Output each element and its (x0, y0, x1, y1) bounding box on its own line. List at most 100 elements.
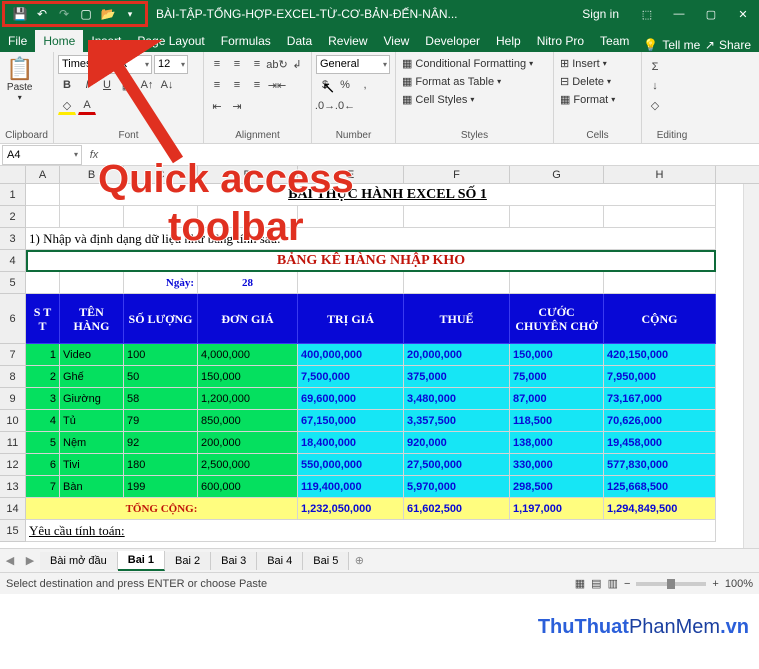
name-box[interactable]: A4 (2, 145, 82, 165)
sheet-tab[interactable]: Bai 3 (211, 552, 257, 570)
row-header[interactable]: 10 (0, 410, 26, 432)
align-bot-icon[interactable]: ≡ (248, 55, 266, 73)
cell[interactable]: Yêu cầu tính toán: (26, 520, 716, 542)
percent-icon[interactable]: % (336, 76, 354, 94)
cell[interactable]: 3,357,500 (404, 410, 510, 432)
row-header[interactable]: 12 (0, 454, 26, 476)
align-mid-icon[interactable]: ≡ (228, 55, 246, 73)
cell[interactable]: TỔNG CỘNG: (26, 498, 298, 520)
col-header[interactable]: A (26, 166, 60, 183)
cell[interactable]: 125,668,500 (604, 476, 716, 498)
cell[interactable]: 1,232,050,000 (298, 498, 404, 520)
cell[interactable]: 138,000 (510, 432, 604, 454)
cell[interactable]: 73,167,000 (604, 388, 716, 410)
view-page-icon[interactable]: ▤ (591, 577, 601, 590)
cell[interactable]: 87,000 (510, 388, 604, 410)
cell[interactable]: 7 (26, 476, 60, 498)
cell[interactable]: 119,400,000 (298, 476, 404, 498)
sheet-tab[interactable]: Bai 1 (118, 551, 165, 571)
fill-icon[interactable]: ↓ (646, 77, 664, 95)
cell[interactable]: 28 (198, 272, 298, 294)
cell[interactable]: 550,000,000 (298, 454, 404, 476)
cell[interactable]: 61,602,500 (404, 498, 510, 520)
cell[interactable]: 1,294,849,500 (604, 498, 716, 520)
delete-cells-button[interactable]: ⊟Delete▾ (558, 74, 617, 89)
conditional-formatting-button[interactable]: ▦Conditional Formatting▾ (400, 56, 535, 71)
qat-customize-icon[interactable]: ▾ (120, 4, 140, 24)
row-header[interactable]: 11 (0, 432, 26, 454)
align-left-icon[interactable]: ≡ (208, 76, 226, 94)
cell[interactable]: 75,000 (510, 366, 604, 388)
sheet-tab[interactable]: Bai 2 (165, 552, 211, 570)
number-format-combo[interactable]: General (316, 55, 390, 74)
tab-review[interactable]: Review (320, 30, 375, 52)
col-header[interactable]: H (604, 166, 716, 183)
underline-button[interactable]: U (98, 76, 116, 94)
cell[interactable]: 19,458,000 (604, 432, 716, 454)
table-header[interactable]: THUẾ (404, 294, 510, 344)
cell[interactable]: Tủ (60, 410, 124, 432)
decrease-indent-icon[interactable]: ⇤ (208, 97, 226, 115)
cell[interactable]: 20,000,000 (404, 344, 510, 366)
cell[interactable]: 298,500 (510, 476, 604, 498)
table-header[interactable]: SỐ LƯỢNG (124, 294, 198, 344)
tab-page-layout[interactable]: Page Layout (129, 30, 212, 52)
zoom-out-icon[interactable]: − (624, 578, 630, 590)
cell[interactable]: 58 (124, 388, 198, 410)
row-header[interactable]: 15 (0, 520, 26, 542)
cell[interactable]: 600,000 (198, 476, 298, 498)
col-header[interactable] (0, 166, 26, 183)
autosum-icon[interactable]: Σ (646, 58, 664, 76)
row-header[interactable]: 4 (0, 250, 26, 272)
add-sheet-icon[interactable]: ⊕ (349, 554, 369, 567)
tab-data[interactable]: Data (279, 30, 320, 52)
cell[interactable]: 2,500,000 (198, 454, 298, 476)
cell[interactable]: 375,000 (404, 366, 510, 388)
vertical-scrollbar[interactable] (743, 184, 759, 548)
col-header[interactable]: F (404, 166, 510, 183)
cell[interactable]: Video (60, 344, 124, 366)
orientation-icon[interactable]: ab↻ (268, 55, 286, 73)
view-normal-icon[interactable]: ▦ (575, 577, 585, 590)
row-header[interactable]: 13 (0, 476, 26, 498)
cell[interactable]: 920,000 (404, 432, 510, 454)
align-center-icon[interactable]: ≡ (228, 76, 246, 94)
cell[interactable]: 150,000 (198, 366, 298, 388)
cell[interactable]: 92 (124, 432, 198, 454)
cell[interactable] (510, 206, 604, 228)
sheet-tab[interactable]: Bai 4 (257, 552, 303, 570)
cell[interactable]: Bàn (60, 476, 124, 498)
tab-nitro-pro[interactable]: Nitro Pro (529, 30, 592, 52)
cell[interactable]: Giường (60, 388, 124, 410)
row-header[interactable]: 2 (0, 206, 26, 228)
table-header[interactable]: ĐƠN GIÁ (198, 294, 298, 344)
cell[interactable]: 200,000 (198, 432, 298, 454)
cell[interactable]: 5 (26, 432, 60, 454)
cell[interactable]: Ngày: (124, 272, 198, 294)
ribbon-options-icon[interactable]: ⬚ (631, 0, 663, 28)
cell[interactable] (404, 206, 510, 228)
zoom-slider[interactable] (636, 582, 706, 586)
row-header[interactable]: 8 (0, 366, 26, 388)
open-folder-icon[interactable]: 📂 (98, 4, 118, 24)
tab-developer[interactable]: Developer (417, 30, 488, 52)
cell-selected[interactable]: BẢNG KÊ HÀNG NHẬP KHO (26, 250, 716, 272)
tab-home[interactable]: Home (35, 30, 83, 52)
share-button[interactable]: ↗Share (705, 38, 751, 52)
row-header[interactable]: 9 (0, 388, 26, 410)
tab-help[interactable]: Help (488, 30, 529, 52)
cell[interactable]: 7,950,000 (604, 366, 716, 388)
wrap-text-icon[interactable]: ↲ (288, 55, 306, 73)
cell[interactable] (26, 272, 60, 294)
tab-file[interactable]: File (0, 30, 35, 52)
new-file-icon[interactable]: ▢ (76, 4, 96, 24)
cell[interactable] (60, 272, 124, 294)
cell[interactable]: 27,500,000 (404, 454, 510, 476)
row-header[interactable]: 7 (0, 344, 26, 366)
cell[interactable]: 67,150,000 (298, 410, 404, 432)
border-button[interactable]: ▦ (118, 76, 136, 94)
row-header[interactable]: 5 (0, 272, 26, 294)
table-header[interactable]: TRỊ GIÁ (298, 294, 404, 344)
insert-cells-button[interactable]: ⊞Insert▾ (558, 56, 617, 71)
signin-link[interactable]: Sign in (582, 7, 619, 21)
